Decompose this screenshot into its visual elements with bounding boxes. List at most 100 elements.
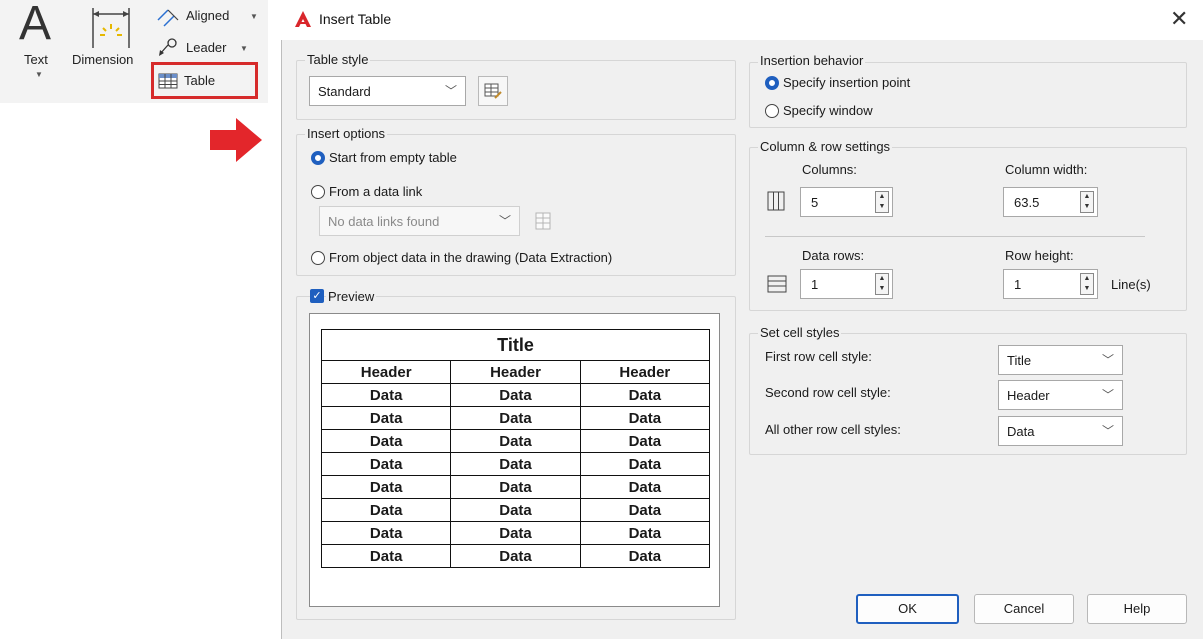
second-row-style-label: Second row cell style:: [765, 385, 891, 400]
preview-label[interactable]: Preview: [326, 289, 377, 304]
preview-data-cell: Data: [450, 544, 581, 568]
specify-window-label[interactable]: Specify window: [783, 103, 873, 118]
preview-data-cell: Data: [579, 475, 711, 499]
insertion-behavior-group: [749, 62, 1187, 128]
spinner-arrows-icon[interactable]: ▲ ▼: [875, 273, 889, 295]
chevron-down-icon: ﹀: [498, 214, 511, 228]
insertion-point-label[interactable]: Specify insertion point: [783, 75, 910, 90]
second-row-style-value: Header: [1007, 388, 1050, 403]
chevron-down-icon[interactable]: ▼: [35, 70, 43, 79]
table-tool-highlight: [151, 62, 258, 99]
first-row-style-value: Title: [1007, 353, 1032, 368]
chevron-down-icon: ﹀: [1101, 424, 1114, 438]
columns-value: 5: [811, 195, 819, 210]
other-row-style-select[interactable]: Data ﹀: [998, 416, 1123, 446]
help-button[interactable]: Help: [1087, 594, 1187, 624]
table-style-value: Standard: [318, 84, 371, 99]
spinner-arrows-icon[interactable]: ▲ ▼: [1080, 191, 1094, 213]
preview-data-cell: Data: [320, 521, 452, 545]
table-style-select[interactable]: Standard ﹀: [309, 76, 466, 106]
preview-data-cell: Data: [579, 521, 711, 545]
data-link-select[interactable]: No data links found ﹀: [319, 206, 520, 236]
preview-data-cell: Data: [579, 383, 711, 407]
columns-icon: [767, 191, 785, 211]
preview-data-cell: Data: [320, 475, 452, 499]
insertion-point-radio[interactable]: [765, 76, 779, 90]
preview-data-cell: Data: [320, 383, 452, 407]
dialog-title-bar: [281, 0, 1203, 40]
second-row-style-select[interactable]: Header ﹀: [998, 380, 1123, 410]
other-row-style-value: Data: [1007, 424, 1035, 439]
start-empty-label[interactable]: Start from empty table: [329, 150, 457, 165]
column-width-spinner[interactable]: 63.5 ▲ ▼: [1003, 187, 1098, 217]
preview-header-cell: Header: [450, 360, 581, 384]
start-empty-radio[interactable]: [311, 151, 325, 165]
preview-data-cell: Data: [450, 521, 581, 545]
preview-table: Title Header Header Header Data Data Data …: [320, 329, 711, 568]
row-height-label: Row height:: [1005, 248, 1074, 263]
preview-data-cell: Data: [450, 475, 581, 499]
chevron-down-icon[interactable]: ▼: [240, 44, 248, 53]
autocad-logo-icon: [295, 11, 311, 27]
ok-button[interactable]: OK: [856, 594, 959, 624]
cancel-button[interactable]: Cancel: [974, 594, 1074, 624]
other-row-style-label: All other row cell styles:: [765, 422, 901, 437]
preview-data-cell: Data: [320, 498, 452, 522]
preview-data-cell: Data: [579, 406, 711, 430]
dialog-title: Insert Table: [319, 11, 392, 27]
preview-data-cell: Data: [320, 452, 452, 476]
preview-checkbox[interactable]: ✓: [310, 289, 324, 303]
row-height-unit: Line(s): [1111, 277, 1151, 292]
leader-icon[interactable]: [156, 36, 180, 58]
data-rows-spinner[interactable]: 1 ▲ ▼: [800, 269, 893, 299]
row-height-spinner[interactable]: 1 ▲ ▼: [1003, 269, 1098, 299]
column-row-divider: [765, 236, 1145, 237]
data-link-label[interactable]: From a data link: [329, 184, 422, 199]
preview-data-cell: Data: [450, 498, 581, 522]
aligned-dimension-icon[interactable]: [156, 6, 180, 28]
preview-header-cell: Header: [320, 360, 452, 384]
red-arrow-icon: [210, 118, 262, 162]
object-data-radio[interactable]: [311, 251, 325, 265]
first-row-style-select[interactable]: Title ﹀: [998, 345, 1123, 375]
specify-window-radio[interactable]: [765, 104, 779, 118]
insertion-behavior-label: Insertion behavior: [758, 53, 866, 68]
preview-data-cell: Data: [450, 429, 581, 453]
text-icon[interactable]: A: [19, 0, 51, 51]
columns-label: Columns:: [802, 162, 857, 177]
preview-data-cell: Data: [450, 383, 581, 407]
first-row-style-label: First row cell style:: [765, 349, 872, 364]
preview-title-cell: Title: [321, 329, 710, 361]
table-style-label: Table style: [305, 52, 371, 67]
data-link-radio[interactable]: [311, 185, 325, 199]
data-rows-value: 1: [811, 277, 819, 292]
dimension-tool-label[interactable]: Dimension: [72, 52, 133, 67]
chevron-down-icon: ﹀: [1101, 388, 1114, 402]
rows-icon: [767, 275, 787, 293]
preview-data-cell: Data: [579, 452, 711, 476]
column-row-label: Column & row settings: [758, 139, 893, 154]
cell-styles-label: Set cell styles: [758, 325, 842, 340]
data-link-manager-button[interactable]: [530, 207, 558, 235]
preview-data-cell: Data: [579, 429, 711, 453]
spinner-arrows-icon[interactable]: ▲ ▼: [875, 191, 889, 213]
preview-data-cell: Data: [320, 429, 452, 453]
column-width-value: 63.5: [1014, 195, 1040, 210]
dimension-icon[interactable]: [90, 4, 132, 48]
table-style-dialog-button[interactable]: [478, 76, 508, 106]
preview-header-cell: Header: [579, 360, 711, 384]
close-icon[interactable]: ✕: [1170, 6, 1188, 32]
leader-tool-label[interactable]: Leader: [186, 40, 226, 55]
chevron-down-icon[interactable]: ▼: [250, 12, 258, 21]
column-width-label: Column width:: [1005, 162, 1088, 177]
chevron-down-icon: ﹀: [444, 84, 457, 98]
spinner-arrows-icon[interactable]: ▲ ▼: [1080, 273, 1094, 295]
columns-spinner[interactable]: 5 ▲ ▼: [800, 187, 893, 217]
preview-data-cell: Data: [450, 406, 581, 430]
aligned-tool-label[interactable]: Aligned: [186, 8, 229, 23]
object-data-label[interactable]: From object data in the drawing (Data Ex…: [329, 250, 612, 265]
preview-data-cell: Data: [320, 544, 452, 568]
insert-options-label: Insert options: [305, 126, 388, 141]
preview-data-cell: Data: [579, 498, 711, 522]
text-tool-label[interactable]: Text: [24, 52, 48, 67]
